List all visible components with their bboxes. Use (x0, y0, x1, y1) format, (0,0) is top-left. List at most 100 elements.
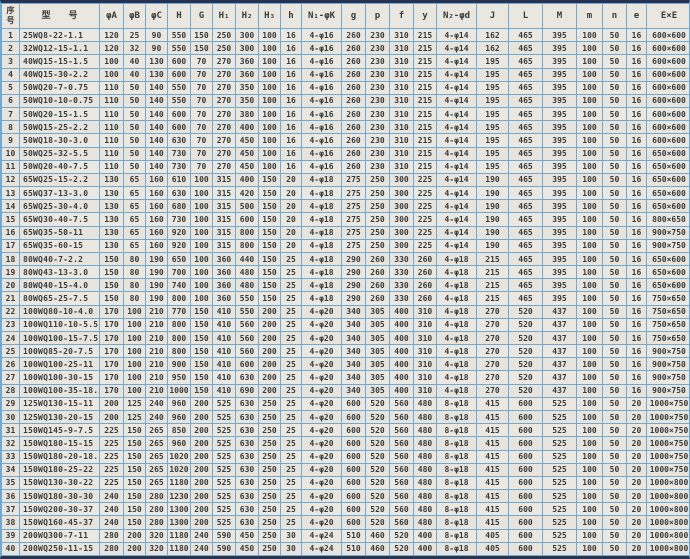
value-cell: 215 (414, 134, 437, 147)
value-cell: 4-φ24 (302, 542, 342, 555)
value-cell: 330 (390, 252, 414, 265)
value-cell: 610 (168, 173, 191, 186)
value-cell: 4-φ18 (302, 173, 342, 186)
model-cell: 65WQ25-30-4.0 (20, 200, 100, 213)
value-cell: 750×650 (647, 331, 690, 344)
value-cell: 20 (627, 410, 647, 423)
row-number-cell: 13 (2, 187, 20, 200)
value-cell: 260 (366, 252, 390, 265)
value-cell: 195 (477, 55, 509, 68)
value-cell: 750×650 (647, 292, 690, 305)
value-cell: 240 (146, 397, 168, 410)
value-cell: 250 (259, 476, 281, 489)
row-number-cell: 35 (2, 476, 20, 489)
value-cell: 437 (543, 371, 577, 384)
column-header-h: h (281, 4, 302, 29)
table-row: 1050WQ25-32-5.51105014073070270450100164… (2, 147, 690, 160)
value-cell: 100 (259, 121, 281, 134)
value-cell: 100 (191, 187, 213, 200)
value-cell: 200 (259, 305, 281, 318)
table-row: 35150WQ130-30-22225150265118020052563025… (2, 476, 690, 489)
table-row: 1150WQ20-40-7.51105014073070270450100164… (2, 160, 690, 173)
value-cell: 50 (603, 55, 627, 68)
value-cell: 140 (146, 134, 168, 147)
value-cell: 395 (543, 187, 577, 200)
value-cell: 225 (414, 239, 437, 252)
value-cell: 480 (414, 397, 437, 410)
value-cell: 525 (213, 437, 236, 450)
value-cell: 240 (100, 490, 124, 503)
value-cell: 270 (477, 371, 509, 384)
value-cell: 360 (236, 68, 259, 81)
value-cell: 100 (259, 147, 281, 160)
value-cell: 260 (342, 81, 366, 94)
value-cell: 4-φ18 (302, 252, 342, 265)
value-cell: 250 (366, 239, 390, 252)
value-cell: 1000×800 (647, 490, 690, 503)
value-cell: 16 (627, 147, 647, 160)
value-cell: 150 (191, 29, 213, 42)
value-cell: 50 (603, 410, 627, 423)
value-cell: 4-φ16 (302, 160, 342, 173)
value-cell: 90 (146, 29, 168, 42)
value-cell: 525 (543, 450, 577, 463)
value-cell: 250 (213, 42, 236, 55)
value-cell: 600 (342, 450, 366, 463)
value-cell: 315 (213, 200, 236, 213)
value-cell: 70 (191, 134, 213, 147)
value-cell: 395 (543, 213, 577, 226)
value-cell: 4-φ14 (437, 42, 477, 55)
value-cell: 215 (414, 147, 437, 160)
row-number-cell: 6 (2, 94, 20, 107)
value-cell: 465 (509, 94, 543, 107)
value-cell: 230 (366, 29, 390, 42)
value-cell: 16 (281, 55, 302, 68)
value-cell: 20 (281, 226, 302, 239)
value-cell: 315 (213, 213, 236, 226)
value-cell: 280 (146, 516, 168, 529)
value-cell: 8-φ18 (437, 476, 477, 489)
value-cell: 310 (414, 345, 437, 358)
value-cell: 25 (281, 516, 302, 529)
value-cell: 195 (477, 121, 509, 134)
value-cell: 4-φ14 (437, 68, 477, 81)
value-cell: 225 (100, 476, 124, 489)
value-cell: 230 (366, 108, 390, 121)
value-cell: 305 (366, 305, 390, 318)
value-cell: 437 (543, 358, 577, 371)
value-cell: 70 (191, 55, 213, 68)
value-cell: 210 (146, 305, 168, 318)
value-cell: 480 (414, 476, 437, 489)
value-cell: 320 (146, 529, 168, 542)
value-cell: 50 (603, 94, 627, 107)
value-cell: 560 (390, 463, 414, 476)
value-cell: 1000×800 (647, 503, 690, 516)
value-cell: 1180 (168, 542, 191, 555)
model-cell: 150WQ160-45-37 (20, 516, 100, 529)
model-cell: 80WQ43-13-3.0 (20, 266, 100, 279)
value-cell: 100 (577, 450, 603, 463)
table-row: 30125WQ130-20-15200125240960200525630250… (2, 410, 690, 423)
value-cell: 410 (213, 331, 236, 344)
value-cell: 4-φ16 (302, 81, 342, 94)
value-cell: 260 (366, 266, 390, 279)
value-cell: 630 (236, 490, 259, 503)
row-number-cell: 12 (2, 173, 20, 186)
value-cell: 525 (213, 463, 236, 476)
value-cell: 437 (543, 305, 577, 318)
value-cell: 465 (509, 160, 543, 173)
column-header-y: y (414, 4, 437, 29)
value-cell: 395 (543, 147, 577, 160)
value-cell: 4-φ20 (302, 384, 342, 397)
row-number-cell: 8 (2, 121, 20, 134)
value-cell: 170 (100, 358, 124, 371)
value-cell: 550 (168, 81, 191, 94)
value-cell: 20 (627, 476, 647, 489)
value-cell: 200 (191, 450, 213, 463)
value-cell: 1180 (168, 529, 191, 542)
value-cell: 70 (191, 81, 213, 94)
value-cell: 400 (236, 173, 259, 186)
value-cell: 100 (577, 213, 603, 226)
value-cell: 50 (603, 266, 627, 279)
table-row: 750WQ20-15-1.51105014060070270380100164-… (2, 108, 690, 121)
